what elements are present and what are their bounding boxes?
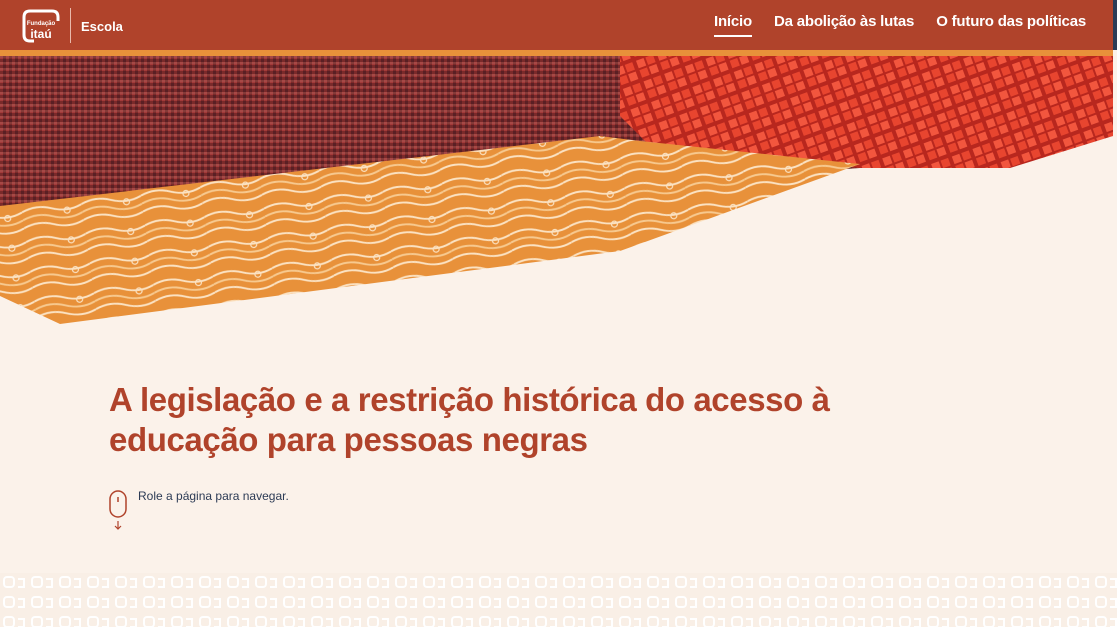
logo-text-itau: itaú — [30, 27, 52, 41]
hero-textile-banner — [0, 56, 1113, 326]
section-label: Escola — [81, 19, 123, 34]
header-divider — [70, 8, 71, 43]
page-title: A legislação e a restrição histórica do … — [109, 381, 830, 458]
fundacao-itau-logo[interactable]: Fundação itaú — [22, 9, 60, 43]
scroll-hint-text: Role a página para navegar. — [138, 489, 289, 503]
window-edge — [1113, 0, 1117, 50]
nav-item-inicio[interactable]: Início — [713, 13, 752, 37]
scroll-mouse-icon — [109, 490, 127, 530]
scroll-hint: Role a página para navegar. — [109, 489, 289, 531]
main-nav: Início Da abolição às lutas O futuro das… — [713, 13, 1086, 37]
decorative-pattern-strip — [0, 573, 1117, 627]
nav-item-o-futuro-das-politicas[interactable]: O futuro das políticas — [936, 13, 1086, 37]
nav-item-da-abolicao-as-lutas[interactable]: Da abolição às lutas — [774, 13, 914, 37]
top-navbar: Fundação itaú Escola Início Da abolição … — [0, 0, 1113, 50]
